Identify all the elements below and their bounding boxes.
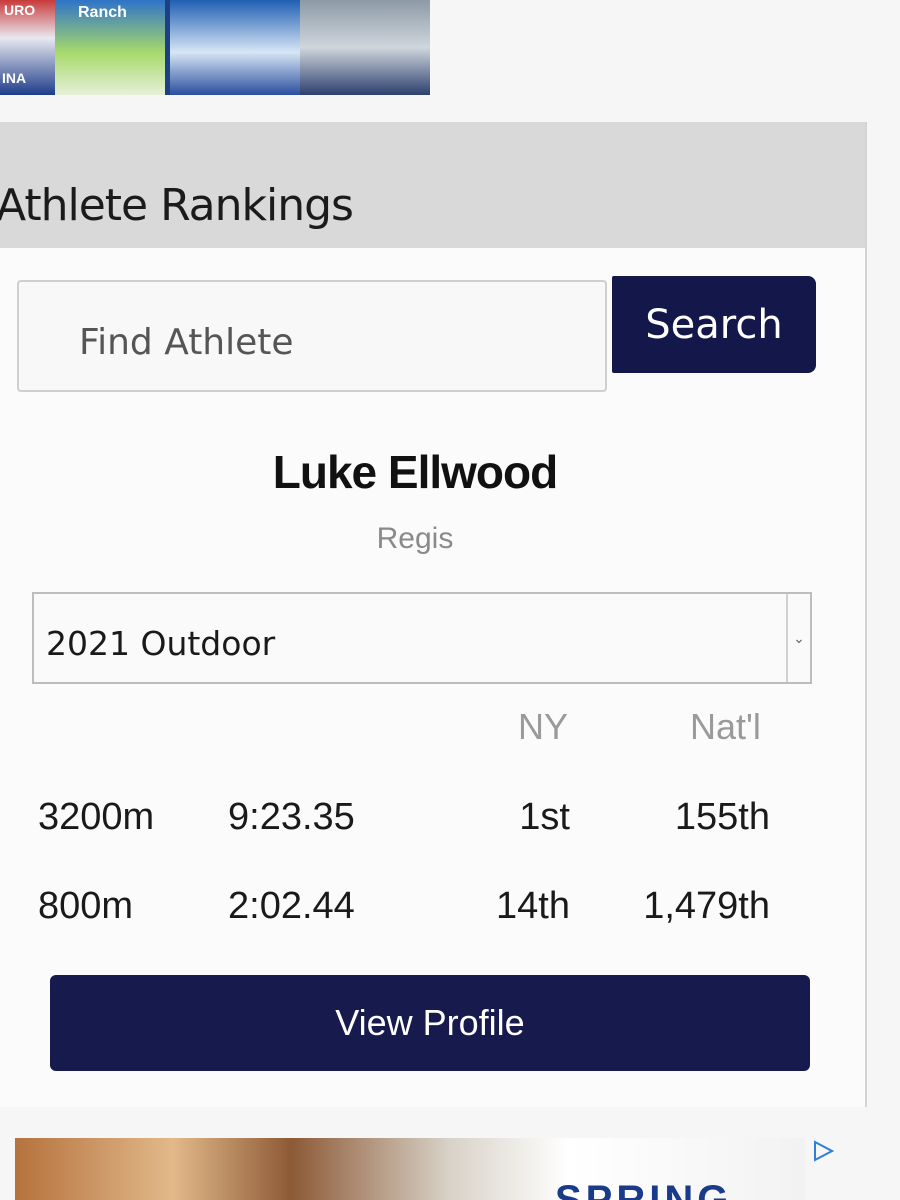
- event-name: 3200m: [38, 796, 155, 838]
- ad-text: SPRING: [555, 1178, 733, 1200]
- event-name: 800m: [38, 885, 134, 927]
- page: URO Ranch INA Athlete Rankings Find Athl…: [0, 0, 900, 1200]
- ny-rank: 1st: [519, 796, 570, 838]
- widget-title: Athlete Rankings: [0, 180, 354, 231]
- ranking-row: 3200m 9:23.35 1st 155th: [0, 796, 830, 856]
- find-athlete-input[interactable]: Find Athlete: [17, 280, 607, 392]
- widget-header: Athlete Rankings: [0, 122, 865, 248]
- column-header-ny: NY: [518, 706, 569, 747]
- ad-text: Ranch: [78, 4, 127, 21]
- season-select-value: 2021 Outdoor: [46, 624, 276, 663]
- column-header-natl: Nat'l: [690, 706, 761, 747]
- top-advertisement[interactable]: URO Ranch INA: [0, 0, 430, 95]
- season-select[interactable]: 2021 Outdoor ⌄: [32, 592, 812, 684]
- national-rank: 1,479th: [643, 885, 770, 927]
- athlete-school: Regis: [376, 522, 454, 555]
- bottom-advertisement[interactable]: SPRING: [15, 1138, 805, 1200]
- search-button[interactable]: Search: [612, 276, 816, 373]
- event-mark: 2:02.44: [228, 885, 355, 927]
- ny-rank: 14th: [496, 885, 570, 927]
- national-rank: 155th: [674, 796, 770, 838]
- event-mark: 9:23.35: [228, 796, 355, 838]
- adchoices-icon[interactable]: [812, 1140, 836, 1164]
- adchoices-icon-graphic: [814, 1140, 835, 1162]
- view-profile-button[interactable]: View Profile: [50, 975, 810, 1071]
- ranking-row: 800m 2:02.44 14th 1,479th: [0, 885, 830, 945]
- athlete-name: Luke Ellwood: [272, 446, 558, 498]
- ad-text: INA: [2, 70, 27, 86]
- ad-product-image: [170, 0, 300, 95]
- ad-text: URO: [4, 2, 36, 18]
- ad-product-image: [300, 0, 430, 95]
- chevron-down-icon[interactable]: ⌄: [786, 594, 810, 682]
- search-placeholder: Find Athlete: [79, 322, 294, 363]
